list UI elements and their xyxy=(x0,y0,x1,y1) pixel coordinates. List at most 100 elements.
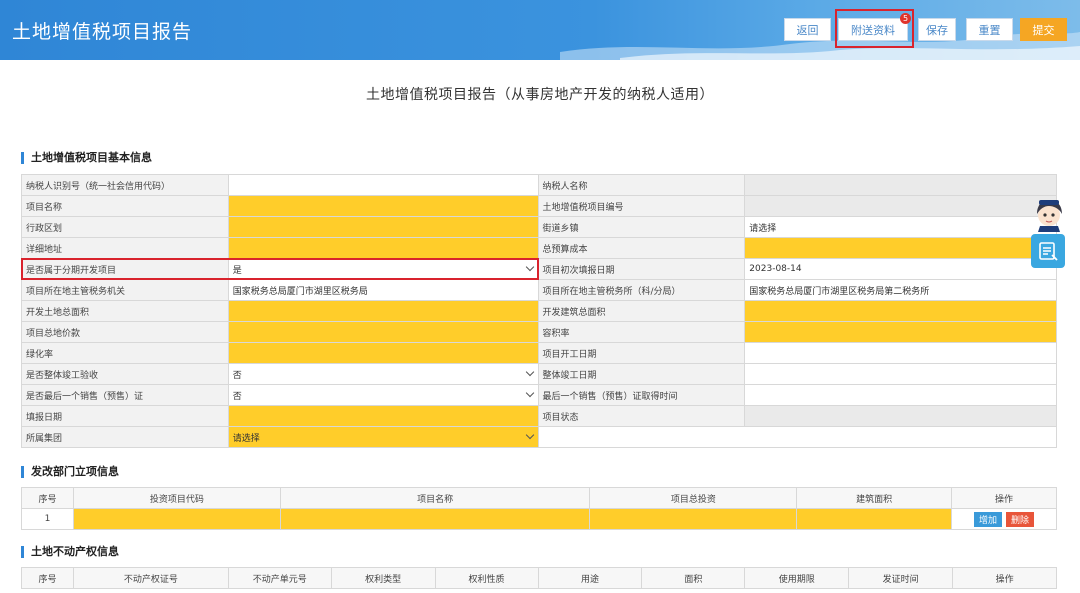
field-value[interactable]: 2023-08-14 xyxy=(745,259,1057,279)
field-label: 项目所在地主管税务所（科/分局） xyxy=(538,280,746,300)
field-value[interactable]: 国家税务总局厦门市湖里区税务局第二税务所 xyxy=(745,280,1057,300)
field-value[interactable] xyxy=(745,364,1057,384)
chevron-down-icon xyxy=(525,388,534,398)
column-header: 建筑面积 xyxy=(797,488,953,509)
field-label: 项目总地价款 xyxy=(22,322,229,342)
field-label: 开发建筑总面积 xyxy=(538,301,746,321)
field-text: 请选择 xyxy=(232,433,260,444)
row-index: 1 xyxy=(22,509,74,530)
field-value[interactable] xyxy=(745,385,1057,405)
field-value[interactable] xyxy=(745,175,1057,195)
field-value[interactable] xyxy=(228,175,539,195)
field-value[interactable]: 国家税务总局厦门市湖里区税务局 xyxy=(228,280,539,300)
form-row: 项目名称 土地增值税项目编号 xyxy=(22,196,1057,217)
field-label: 项目所在地主管税务机关 xyxy=(22,280,229,300)
column-header: 不动产权证号 xyxy=(73,568,229,589)
empty-cell xyxy=(538,427,1057,447)
investment-code-input[interactable] xyxy=(73,509,281,530)
field-text: 最后一个销售（预售）证取得时间 xyxy=(542,391,678,402)
column-header: 权利类型 xyxy=(331,568,436,589)
assistant-chat-icon[interactable] xyxy=(1031,234,1065,268)
field-text: 项目所在地主管税务所（科/分局） xyxy=(542,286,681,297)
project-name-input[interactable] xyxy=(280,509,591,530)
field-value[interactable] xyxy=(228,196,539,216)
field-text: 土地增值税项目编号 xyxy=(542,202,624,213)
field-value[interactable] xyxy=(745,196,1057,216)
section-title-project: 发改部门立项信息 xyxy=(21,466,119,478)
section-title-basic: 土地增值税项目基本信息 xyxy=(21,152,152,164)
form-row: 纳税人识别号（统一社会信用代码） 纳税人名称 xyxy=(22,175,1057,196)
field-value[interactable] xyxy=(745,301,1057,321)
total-investment-input[interactable] xyxy=(590,509,798,530)
form-row: 详细地址 总预算成本 xyxy=(22,238,1057,259)
submit-button[interactable]: 提交 xyxy=(1020,18,1067,41)
field-value[interactable] xyxy=(228,343,539,363)
field-text: 项目开工日期 xyxy=(542,349,597,360)
field-label: 整体竣工日期 xyxy=(538,364,746,384)
field-value[interactable] xyxy=(228,301,539,321)
column-header: 权利性质 xyxy=(435,568,539,589)
chevron-down-icon xyxy=(525,367,534,377)
field-value[interactable] xyxy=(228,406,539,426)
add-row-button[interactable]: 增加 xyxy=(974,511,1003,527)
form-row: 项目总地价款 容积率 xyxy=(22,322,1057,343)
property-table: 序号 不动产权证号 不动产单元号 权利类型 权利性质 用途 面积 使用期限 发证… xyxy=(21,567,1058,589)
form-row: 填报日期 项目状态 xyxy=(22,406,1057,427)
field-label: 绿化率 xyxy=(22,343,229,363)
highlight-box-attach xyxy=(835,9,914,48)
field-text: 是否整体竣工验收 xyxy=(26,370,99,381)
highlight-box-phased xyxy=(21,258,539,280)
field-select[interactable]: 请选择 xyxy=(228,427,539,447)
field-text: 整体竣工日期 xyxy=(542,370,597,381)
field-label: 街道乡镇 xyxy=(538,217,746,237)
field-text: 街道乡镇 xyxy=(542,223,579,234)
document-title: 土地增值税项目报告（从事房地产开发的纳税人适用） xyxy=(366,87,714,103)
form-row: 是否整体竣工验收 否 整体竣工日期 xyxy=(22,364,1057,385)
field-value[interactable] xyxy=(745,406,1057,426)
field-label: 开发土地总面积 xyxy=(22,301,229,321)
field-text: 请选择 xyxy=(749,223,777,234)
field-value[interactable] xyxy=(228,322,539,342)
field-select[interactable]: 否 xyxy=(228,364,539,384)
field-text: 是否最后一个销售（预售）证 xyxy=(26,391,144,402)
column-header: 操作 xyxy=(953,568,1058,589)
back-button[interactable]: 返回 xyxy=(784,18,831,41)
field-text: 纳税人识别号（统一社会信用代码） xyxy=(26,181,171,192)
field-label: 纳税人识别号（统一社会信用代码） xyxy=(22,175,229,195)
reset-button[interactable]: 重置 xyxy=(966,18,1013,41)
field-label: 项目初次填报日期 xyxy=(538,259,746,279)
table-header-row: 序号 不动产权证号 不动产单元号 权利类型 权利性质 用途 面积 使用期限 发证… xyxy=(22,568,1058,589)
field-value[interactable] xyxy=(228,238,539,258)
delete-row-button[interactable]: 删除 xyxy=(1006,511,1035,527)
table-header-row: 序号 投资项目代码 项目名称 项目总投资 建筑面积 操作 xyxy=(22,488,1057,509)
field-value[interactable] xyxy=(228,217,539,237)
section-title-property: 土地不动产权信息 xyxy=(21,546,119,558)
field-label: 土地增值税项目编号 xyxy=(538,196,746,216)
form-row: 绿化率 项目开工日期 xyxy=(22,343,1057,364)
building-area-input[interactable] xyxy=(797,509,953,530)
column-header: 投资项目代码 xyxy=(73,488,281,509)
save-button[interactable]: 保存 xyxy=(918,18,956,41)
field-value[interactable] xyxy=(745,322,1057,342)
field-label: 项目名称 xyxy=(22,196,229,216)
field-select[interactable]: 否 xyxy=(228,385,539,405)
field-label: 项目开工日期 xyxy=(538,343,746,363)
field-label: 详细地址 xyxy=(22,238,229,258)
field-value[interactable] xyxy=(745,238,1057,258)
field-text: 绿化率 xyxy=(26,349,54,360)
field-text: 开发土地总面积 xyxy=(26,307,90,318)
field-text: 2023-08-14 xyxy=(749,264,802,274)
field-text: 项目状态 xyxy=(542,412,579,423)
field-text: 容积率 xyxy=(542,328,570,339)
assistant-avatar-icon[interactable] xyxy=(1031,196,1067,232)
field-text: 开发建筑总面积 xyxy=(542,307,606,318)
field-value[interactable]: 请选择 xyxy=(745,217,1057,237)
field-label: 纳税人名称 xyxy=(538,175,746,195)
form-row: 行政区划 街道乡镇 请选择 xyxy=(22,217,1057,238)
field-text: 国家税务总局厦门市湖里区税务局 xyxy=(232,286,368,297)
field-label: 是否整体竣工验收 xyxy=(22,364,229,384)
field-text: 否 xyxy=(232,370,242,381)
field-text: 填报日期 xyxy=(26,412,63,423)
field-value[interactable] xyxy=(745,343,1057,363)
form-row: 是否最后一个销售（预售）证 否 最后一个销售（预售）证取得时间 xyxy=(22,385,1057,406)
